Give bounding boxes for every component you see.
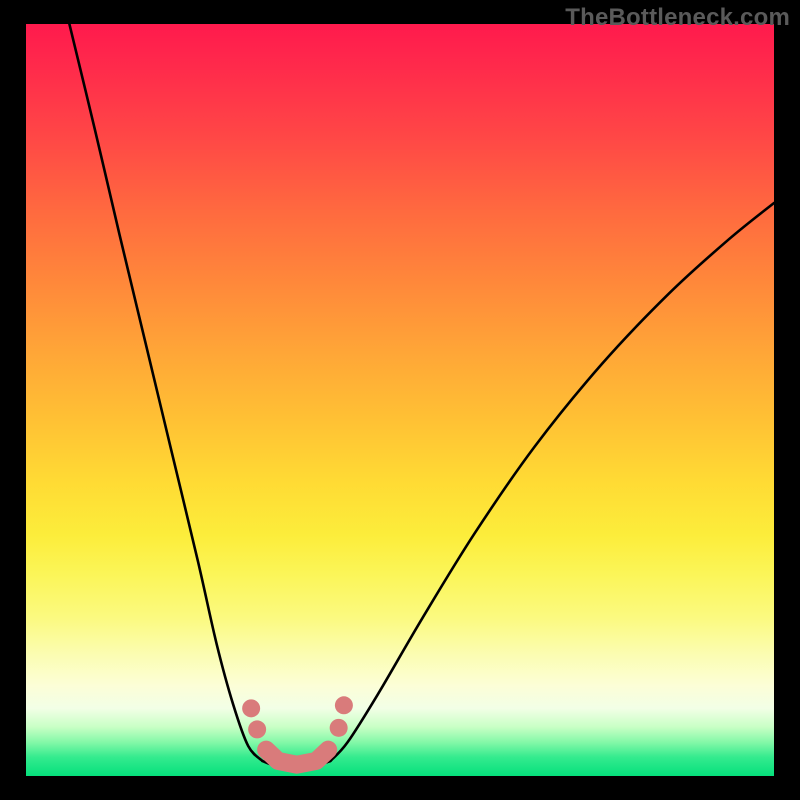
chart-frame (26, 24, 774, 776)
marker-right-lower (330, 719, 348, 737)
watermark-text: TheBottleneck.com (565, 4, 790, 32)
curve-svg (26, 24, 774, 776)
marker-left-upper (242, 699, 260, 717)
valley-joint-marker (266, 750, 328, 765)
curve-right (330, 203, 774, 761)
curve-left (69, 24, 262, 761)
marker-right-upper (335, 696, 353, 714)
marker-left-lower (248, 720, 266, 738)
